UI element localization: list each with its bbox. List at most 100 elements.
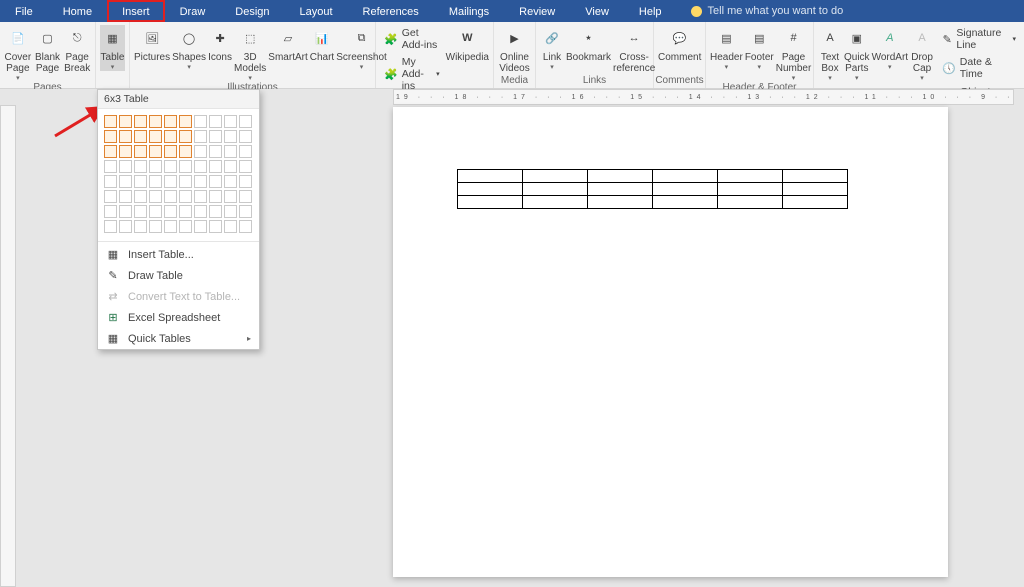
grid-cell[interactable] — [224, 220, 237, 233]
grid-cell[interactable] — [179, 175, 192, 188]
grid-cell[interactable] — [179, 130, 192, 143]
draw-table-menu-item[interactable]: ✎Draw Table — [98, 265, 259, 286]
chart-button[interactable]: 📊Chart — [310, 25, 334, 63]
grid-cell[interactable] — [179, 160, 192, 173]
grid-cell[interactable] — [239, 145, 252, 158]
blank-page-button[interactable]: ▢Blank Page — [34, 25, 62, 74]
get-addins-button[interactable]: 🧩Get Add-ins — [380, 25, 444, 53]
text-box-button[interactable]: AText Box — [818, 25, 842, 82]
grid-cell[interactable] — [134, 115, 147, 128]
vertical-ruler[interactable] — [0, 105, 16, 587]
grid-cell[interactable] — [194, 115, 207, 128]
grid-cell[interactable] — [119, 130, 132, 143]
horizontal-ruler[interactable]: 19 · · · 18 · · · 17 · · · 16 · · · 15 ·… — [393, 89, 1014, 105]
grid-cell[interactable] — [209, 190, 222, 203]
tab-references[interactable]: References — [348, 0, 434, 22]
tab-file[interactable]: File — [0, 0, 48, 22]
grid-cell[interactable] — [164, 205, 177, 218]
icons-button[interactable]: ✚Icons — [208, 25, 232, 63]
grid-cell[interactable] — [164, 175, 177, 188]
grid-cell[interactable] — [194, 175, 207, 188]
grid-cell[interactable] — [134, 160, 147, 173]
grid-cell[interactable] — [149, 130, 162, 143]
grid-cell[interactable] — [104, 115, 117, 128]
shapes-button[interactable]: ◯Shapes — [172, 25, 206, 71]
grid-cell[interactable] — [179, 145, 192, 158]
grid-cell[interactable] — [134, 205, 147, 218]
grid-cell[interactable] — [224, 190, 237, 203]
my-addins-button[interactable]: 🧩My Add-ins▾ — [380, 54, 444, 94]
grid-cell[interactable] — [104, 130, 117, 143]
grid-cell[interactable] — [134, 190, 147, 203]
grid-cell[interactable] — [224, 145, 237, 158]
grid-cell[interactable] — [239, 160, 252, 173]
quick-tables-menu-item[interactable]: ▦Quick Tables▸ — [98, 328, 259, 349]
bookmark-button[interactable]: ⭑Bookmark — [566, 25, 611, 63]
grid-cell[interactable] — [239, 115, 252, 128]
signature-line-button[interactable]: ✎Signature Line▾ — [938, 25, 1020, 53]
grid-cell[interactable] — [164, 115, 177, 128]
grid-cell[interactable] — [239, 220, 252, 233]
grid-cell[interactable] — [134, 130, 147, 143]
tab-view[interactable]: View — [570, 0, 624, 22]
tab-help[interactable]: Help — [624, 0, 677, 22]
excel-spreadsheet-menu-item[interactable]: ⊞Excel Spreadsheet — [98, 307, 259, 328]
grid-cell[interactable] — [119, 190, 132, 203]
link-button[interactable]: 🔗Link — [540, 25, 564, 71]
pictures-button[interactable]: 🖼Pictures — [134, 25, 170, 63]
tab-review[interactable]: Review — [504, 0, 570, 22]
table-button[interactable]: ▦Table — [100, 25, 125, 71]
grid-cell[interactable] — [239, 205, 252, 218]
grid-cell[interactable] — [164, 160, 177, 173]
grid-cell[interactable] — [224, 130, 237, 143]
grid-cell[interactable] — [194, 205, 207, 218]
grid-cell[interactable] — [164, 220, 177, 233]
tab-insert[interactable]: Insert — [107, 0, 165, 22]
grid-cell[interactable] — [104, 160, 117, 173]
grid-cell[interactable] — [224, 205, 237, 218]
header-button[interactable]: ▤Header — [710, 25, 743, 71]
grid-cell[interactable] — [164, 145, 177, 158]
grid-cell[interactable] — [179, 190, 192, 203]
grid-cell[interactable] — [104, 175, 117, 188]
tab-draw[interactable]: Draw — [165, 0, 221, 22]
grid-cell[interactable] — [194, 220, 207, 233]
grid-cell[interactable] — [224, 175, 237, 188]
grid-cell[interactable] — [149, 220, 162, 233]
grid-cell[interactable] — [119, 160, 132, 173]
grid-cell[interactable] — [209, 160, 222, 173]
grid-cell[interactable] — [194, 160, 207, 173]
tab-layout[interactable]: Layout — [285, 0, 348, 22]
tab-design[interactable]: Design — [220, 0, 284, 22]
grid-cell[interactable] — [149, 145, 162, 158]
grid-cell[interactable] — [209, 145, 222, 158]
tab-home[interactable]: Home — [48, 0, 107, 22]
grid-cell[interactable] — [164, 130, 177, 143]
grid-cell[interactable] — [149, 160, 162, 173]
grid-cell[interactable] — [119, 115, 132, 128]
grid-cell[interactable] — [119, 205, 132, 218]
tab-mailings[interactable]: Mailings — [434, 0, 504, 22]
grid-cell[interactable] — [179, 115, 192, 128]
grid-cell[interactable] — [179, 205, 192, 218]
table-size-grid[interactable] — [98, 109, 259, 239]
page-break-button[interactable]: ⎋Page Break — [63, 25, 91, 74]
smartart-button[interactable]: ▱SmartArt — [268, 25, 307, 63]
grid-cell[interactable] — [134, 145, 147, 158]
grid-cell[interactable] — [224, 115, 237, 128]
grid-cell[interactable] — [239, 190, 252, 203]
grid-cell[interactable] — [149, 205, 162, 218]
grid-cell[interactable] — [194, 190, 207, 203]
date-time-button[interactable]: 🕔Date & Time — [938, 54, 1020, 82]
grid-cell[interactable] — [104, 220, 117, 233]
grid-cell[interactable] — [119, 175, 132, 188]
grid-cell[interactable] — [164, 190, 177, 203]
grid-cell[interactable] — [104, 145, 117, 158]
grid-cell[interactable] — [119, 145, 132, 158]
grid-cell[interactable] — [149, 190, 162, 203]
grid-cell[interactable] — [209, 205, 222, 218]
wordart-button[interactable]: AWordArt — [872, 25, 909, 71]
cross-reference-button[interactable]: ↔Cross-reference — [613, 25, 655, 74]
grid-cell[interactable] — [209, 130, 222, 143]
wikipedia-button[interactable]: WWikipedia — [446, 25, 489, 63]
